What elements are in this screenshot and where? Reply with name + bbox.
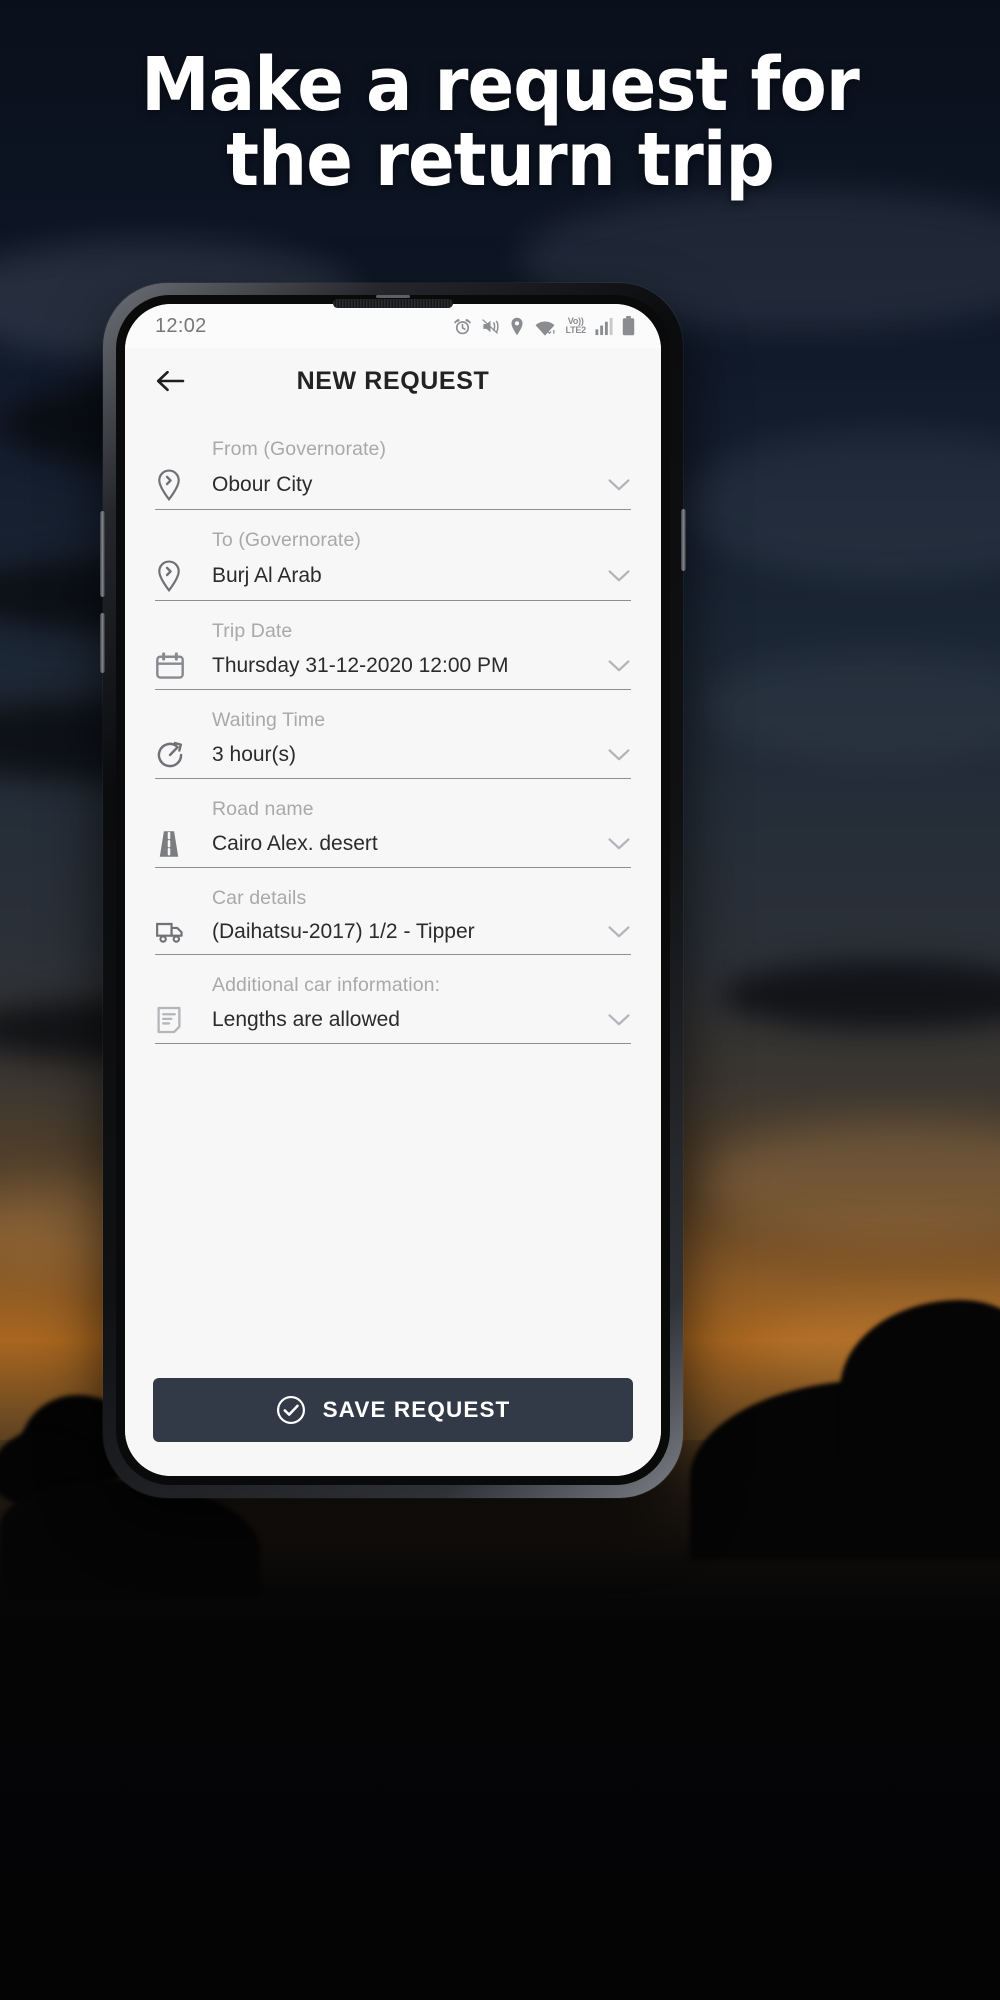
vibrate-icon bbox=[481, 317, 500, 336]
battery-icon bbox=[622, 316, 635, 336]
alarm-clock-icon bbox=[453, 317, 472, 336]
promo-headline-line2: the return trip bbox=[226, 117, 775, 204]
field-road-name: Road name Cairo Alex. desert bbox=[155, 798, 631, 868]
power-button[interactable] bbox=[681, 509, 686, 571]
field-additional-car-information: Additional car information: Lengths are … bbox=[155, 974, 631, 1044]
field-value: (Daihatsu-2017) 1/2 - Tipper bbox=[212, 920, 475, 943]
field-row[interactable]: Cairo Alex. desert bbox=[155, 829, 631, 868]
field-label: Trip Date bbox=[212, 620, 293, 642]
field-label: Additional car information: bbox=[212, 974, 441, 996]
chevron-down-icon[interactable] bbox=[607, 569, 631, 583]
field-row[interactable]: Obour City bbox=[155, 469, 631, 510]
field-value: Burj Al Arab bbox=[212, 564, 322, 587]
app-bar: NEW REQUEST bbox=[125, 348, 661, 414]
status-bar: 12:02 Vo)) LTE2 bbox=[125, 304, 661, 348]
field-row[interactable]: Lengths are allowed bbox=[155, 1005, 631, 1044]
location-pin-icon bbox=[155, 560, 195, 592]
road-icon bbox=[155, 829, 195, 859]
field-value: Lengths are allowed bbox=[212, 1008, 400, 1031]
field-label: Waiting Time bbox=[212, 709, 326, 731]
chevron-down-icon[interactable] bbox=[607, 659, 631, 673]
field-label: From (Governorate) bbox=[212, 438, 387, 460]
field-row[interactable]: (Daihatsu-2017) 1/2 - Tipper bbox=[155, 918, 631, 955]
status-icon-group: Vo)) LTE2 bbox=[453, 316, 635, 336]
field-row[interactable]: Thursday 31-12-2020 12:00 PM bbox=[155, 651, 631, 690]
phone-bezel: 12:02 Vo)) LTE2 NEW REQUEST From (Govern… bbox=[116, 295, 670, 1485]
field-value: Thursday 31-12-2020 12:00 PM bbox=[212, 654, 509, 677]
field-value: Obour City bbox=[212, 473, 313, 496]
volume-up-button[interactable] bbox=[100, 511, 105, 597]
status-time: 12:02 bbox=[155, 314, 207, 337]
phone-mockup: 12:02 Vo)) LTE2 NEW REQUEST From (Govern… bbox=[100, 283, 686, 1498]
signal-bars-icon bbox=[595, 317, 613, 336]
field-waiting-time: Waiting Time 3 hour(s) bbox=[155, 709, 631, 779]
back-button[interactable] bbox=[153, 364, 187, 398]
new-request-form: From (Governorate) Obour City To (Govern… bbox=[125, 414, 661, 1372]
field-to-governorate: To (Governorate) Burj Al Arab bbox=[155, 529, 631, 601]
field-label: Road name bbox=[212, 798, 314, 820]
chevron-down-icon[interactable] bbox=[607, 748, 631, 762]
save-request-label: SAVE REQUEST bbox=[322, 1397, 511, 1422]
earpiece-slit bbox=[376, 295, 410, 298]
chevron-down-icon[interactable] bbox=[607, 837, 631, 851]
location-icon bbox=[509, 317, 525, 336]
field-value: 3 hour(s) bbox=[212, 743, 297, 766]
chevron-down-icon[interactable] bbox=[607, 478, 631, 492]
volte-lte2-label: Vo)) LTE2 bbox=[565, 317, 586, 335]
wifi-icon bbox=[534, 317, 556, 336]
field-row[interactable]: 3 hour(s) bbox=[155, 740, 631, 779]
stopwatch-icon bbox=[155, 740, 195, 770]
field-trip-date: Trip Date Thursday 31-12-2020 12:00 PM bbox=[155, 620, 631, 690]
check-circle-icon bbox=[276, 1395, 306, 1425]
chevron-down-icon[interactable] bbox=[607, 925, 631, 939]
save-request-button[interactable]: SAVE REQUEST bbox=[153, 1378, 633, 1442]
field-label: Car details bbox=[212, 887, 307, 909]
field-row[interactable]: Burj Al Arab bbox=[155, 560, 631, 601]
note-icon bbox=[155, 1005, 195, 1035]
volte-bottom-label: LTE2 bbox=[565, 325, 586, 335]
promo-headline-line1: Make a request for bbox=[141, 42, 860, 128]
field-value: Cairo Alex. desert bbox=[212, 832, 378, 855]
phone-screen: 12:02 Vo)) LTE2 NEW REQUEST From (Govern… bbox=[125, 304, 661, 1476]
volume-down-button[interactable] bbox=[100, 613, 105, 673]
footer-bar: SAVE REQUEST bbox=[125, 1372, 661, 1476]
calendar-icon bbox=[155, 651, 195, 681]
speaker-grille-icon bbox=[333, 299, 453, 308]
truck-icon bbox=[155, 918, 195, 946]
promo-headline: Make a request for the return trip bbox=[35, 47, 965, 204]
field-from-governorate: From (Governorate) Obour City bbox=[155, 438, 631, 510]
chevron-down-icon[interactable] bbox=[607, 1013, 631, 1027]
field-car-details: Car details (Daihatsu-2017) 1/2 - Tipper bbox=[155, 887, 631, 955]
page-title: NEW REQUEST bbox=[296, 366, 490, 395]
field-label: To (Governorate) bbox=[212, 529, 361, 551]
location-pin-icon bbox=[155, 469, 195, 501]
